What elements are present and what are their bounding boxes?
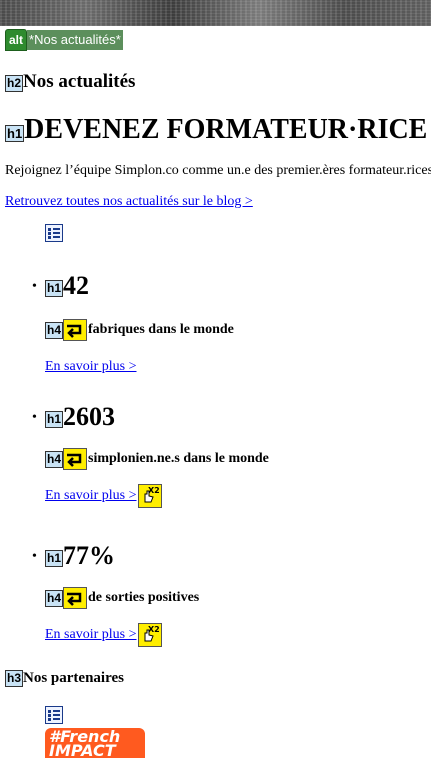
alt-annotation: alt *Nos actualités*	[5, 29, 123, 51]
alt-badge: alt	[5, 29, 28, 51]
learn-more-link[interactable]: En savoir plus >	[45, 359, 137, 375]
return-arrow-icon	[63, 319, 88, 341]
double-click-icon: X2	[137, 623, 162, 647]
stat-number: 42	[63, 271, 90, 300]
double-click-icon: X2	[137, 484, 162, 508]
learn-more-text: En savoir plus >	[45, 359, 137, 374]
news-heading: h2 Nos actualités	[5, 71, 135, 93]
lead-text: Rejoignez l’équipe Simplon.co comme un.e…	[5, 163, 431, 178]
learn-more-link[interactable]: En savoir plus > X2	[45, 484, 162, 508]
h1-tag: h1	[5, 125, 25, 142]
bullet: •	[32, 549, 37, 564]
page-title-text: DEVENEZ FORMATEUR·RICE	[24, 114, 428, 145]
h3-tag: h3	[5, 670, 24, 687]
stat-number: 2603	[63, 402, 116, 431]
stat-label: h4 simplonien.ne.s dans le monde	[45, 448, 269, 470]
french-impact-logo[interactable]: #French IMPACT	[45, 728, 145, 758]
svg-text:X2: X2	[148, 625, 159, 634]
bullet: •	[32, 279, 37, 294]
h4-tag: h4	[45, 321, 64, 339]
h4-tag: h4	[45, 589, 64, 607]
stat-label-text: simplonien.ne.s dans le monde	[88, 451, 269, 466]
list-icon	[45, 224, 63, 242]
stat-label-text: de sorties positives	[88, 590, 200, 605]
alt-text: *Nos actualités*	[27, 30, 123, 50]
blog-link[interactable]: Retrouvez toutes nos actualités sur le b…	[5, 194, 253, 210]
stat-item: • h1 77% h4 de sorties positives En savoi…	[32, 535, 199, 647]
svg-text:X2: X2	[148, 486, 159, 495]
learn-more-text: En savoir plus >	[45, 627, 137, 642]
stat-number: 77%	[63, 541, 116, 570]
stat-item: • h1 2603 h4 simplonien.ne.s dans le mond…	[32, 396, 269, 508]
stat-label: h4 fabriques dans le monde	[45, 319, 234, 341]
return-arrow-icon	[63, 448, 88, 470]
learn-more-text: En savoir plus >	[45, 488, 137, 503]
bullet: •	[32, 410, 37, 425]
h2-tag: h2	[5, 75, 24, 92]
return-arrow-icon	[63, 587, 88, 609]
stat-item: • h1 42 h4 fabriques dans le monde En sav…	[32, 265, 234, 375]
learn-more-link[interactable]: En savoir plus > X2	[45, 623, 162, 647]
h1-tag: h1	[45, 411, 64, 428]
partners-heading: h3 Nos partenaires	[5, 670, 124, 687]
list-icon	[45, 706, 63, 724]
h1-tag: h1	[45, 280, 64, 297]
news-heading-text: Nos actualités	[23, 71, 136, 92]
partners-heading-text: Nos partenaires	[23, 670, 124, 686]
h1-tag: h1	[45, 550, 64, 567]
page-title: h1DEVENEZ FORMATEUR·RICE	[5, 114, 427, 146]
stat-label: h4 de sorties positives	[45, 587, 199, 609]
h4-tag: h4	[45, 450, 64, 468]
stat-label-text: fabriques dans le monde	[88, 322, 234, 337]
header-image	[0, 0, 431, 26]
